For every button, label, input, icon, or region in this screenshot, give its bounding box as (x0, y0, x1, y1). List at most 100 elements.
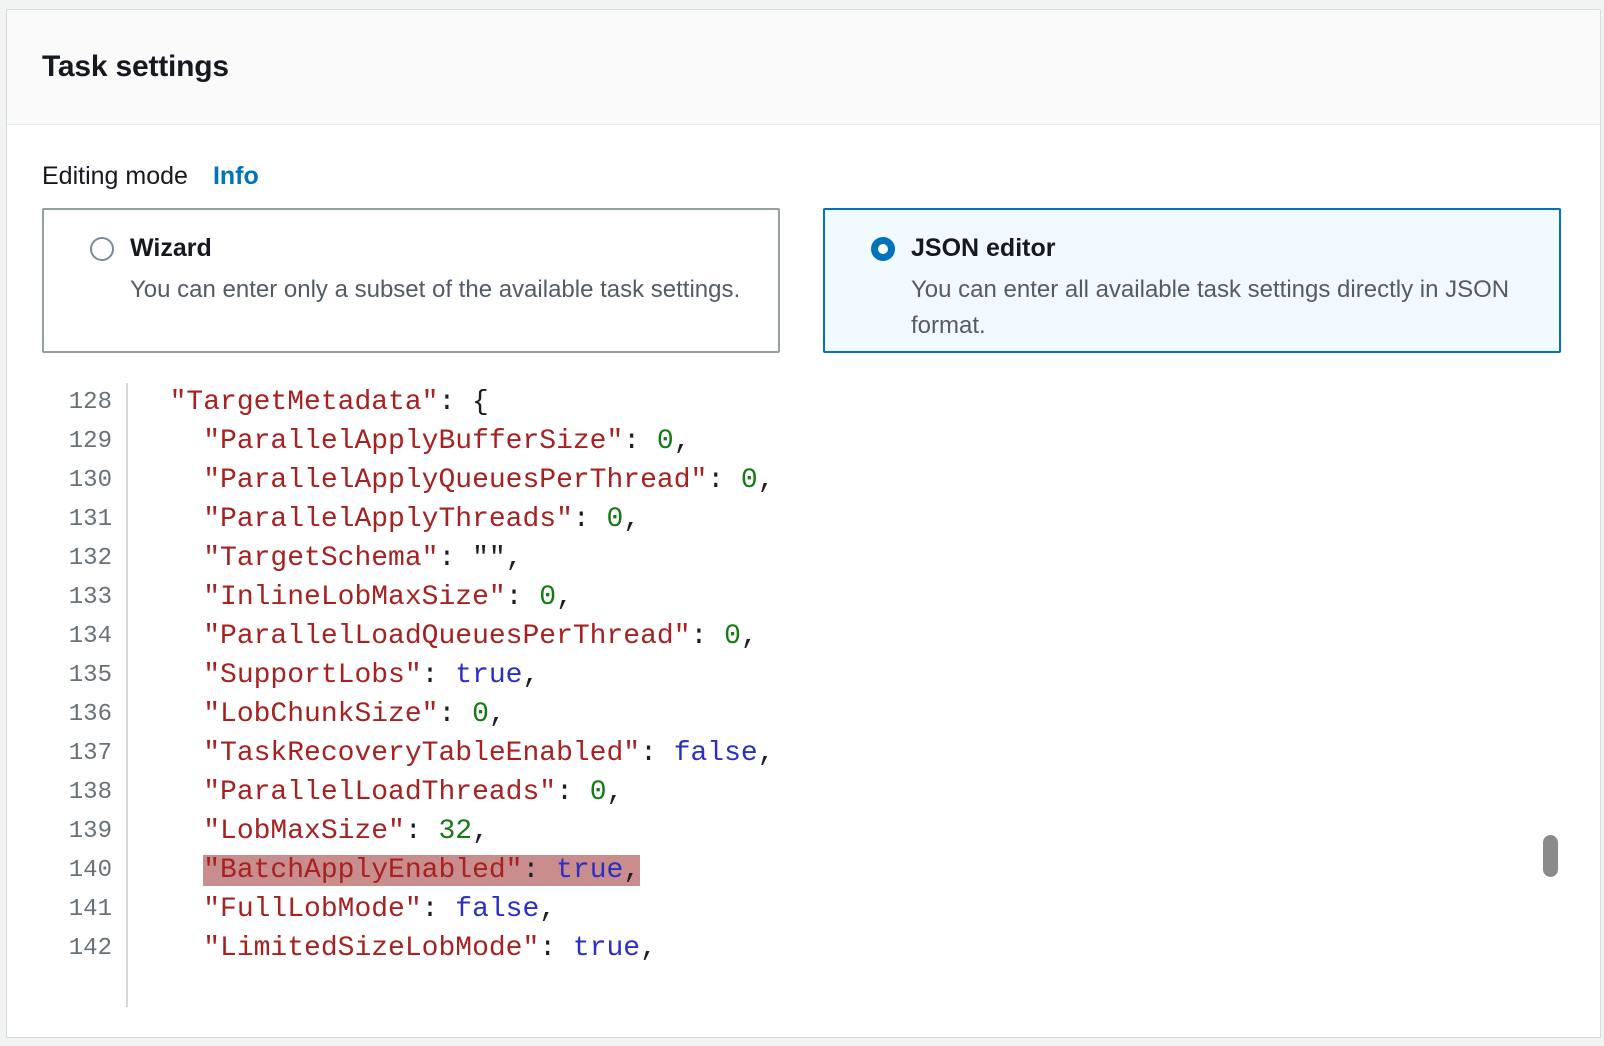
token-key: "FullLobMode" (203, 894, 421, 925)
code-text: "TargetSchema": "", (128, 539, 523, 578)
token-num: 0 (741, 465, 758, 496)
token-key: "ParallelLoadThreads" (203, 777, 556, 808)
token-bool: false (455, 894, 539, 925)
panel-body: Editing mode Info Wizard You can enter o… (7, 162, 1600, 1007)
line-number: 135 (42, 656, 128, 695)
code-text: "ParallelApplyQueuesPerThread": 0, (128, 461, 775, 500)
line-number: 136 (42, 695, 128, 734)
token-pun: : (422, 894, 456, 925)
panel-title: Task settings (42, 50, 229, 84)
task-settings-panel: Task settings Editing mode Info Wizard Y… (6, 9, 1601, 1038)
token-num: 0 (657, 426, 674, 457)
code-line[interactable]: 129 "ParallelApplyBufferSize": 0, (42, 422, 1565, 461)
code-text (128, 968, 136, 1007)
token-pun: , (623, 855, 640, 886)
code-line[interactable] (42, 968, 1565, 1007)
code-text: "TargetMetadata": { (128, 383, 489, 422)
token-pun: : (556, 777, 590, 808)
token-bool: true (573, 933, 640, 964)
token-pun: : (405, 816, 439, 847)
code-line[interactable]: 130 "ParallelApplyQueuesPerThread": 0, (42, 461, 1565, 500)
token-pun: : (573, 504, 607, 535)
token-pun: , (489, 699, 506, 730)
page: Task settings Editing mode Info Wizard Y… (0, 0, 1604, 1046)
token-pun: , (472, 816, 489, 847)
token-pun: : (438, 699, 472, 730)
editing-mode-row: Editing mode Info (42, 162, 1565, 191)
code-text: "BatchApplyEnabled": true, (128, 851, 640, 890)
code-line[interactable]: 131 "ParallelApplyThreads": 0, (42, 500, 1565, 539)
token-num: 0 (590, 777, 607, 808)
code-line[interactable]: 137 "TaskRecoveryTableEnabled": false, (42, 734, 1565, 773)
tile-json-editor-top: JSON editor (871, 234, 1549, 263)
json-code-editor[interactable]: 128 "TargetMetadata": {129 "ParallelAppl… (42, 383, 1565, 1007)
token-pun: , (640, 933, 657, 964)
line-number (42, 968, 128, 1007)
info-link[interactable]: Info (213, 162, 259, 191)
token-key: "ParallelLoadQueuesPerThread" (203, 621, 690, 652)
code-line[interactable]: 135 "SupportLobs": true, (42, 656, 1565, 695)
line-number: 138 (42, 773, 128, 812)
token-pun: : (539, 933, 573, 964)
code-line[interactable]: 136 "LobChunkSize": 0, (42, 695, 1565, 734)
token-key: "InlineLobMaxSize" (203, 582, 505, 613)
token-key: "ParallelApplyThreads" (203, 504, 573, 535)
token-pun: : (438, 543, 472, 574)
line-number: 130 (42, 461, 128, 500)
token-pun: , (607, 777, 624, 808)
token-key: "ParallelApplyBufferSize" (203, 426, 623, 457)
editing-mode-label: Editing mode (42, 162, 188, 191)
tile-wizard-label: Wizard (130, 234, 212, 263)
line-number: 133 (42, 578, 128, 617)
code-line[interactable]: 132 "TargetSchema": "", (42, 539, 1565, 578)
token-key: "BatchApplyEnabled" (203, 855, 522, 886)
radio-selected-icon[interactable] (871, 237, 895, 261)
token-num: 0 (472, 699, 489, 730)
token-num: 32 (438, 816, 472, 847)
token-bool: true (455, 660, 522, 691)
line-number: 141 (42, 890, 128, 929)
line-number: 139 (42, 812, 128, 851)
line-number: 131 (42, 500, 128, 539)
code-line[interactable]: 128 "TargetMetadata": { (42, 383, 1565, 422)
token-num: 0 (724, 621, 741, 652)
token-num: 0 (539, 582, 556, 613)
tile-json-editor[interactable]: JSON editor You can enter all available … (823, 208, 1561, 353)
token-pun: , (556, 582, 573, 613)
token-pun: : (640, 738, 674, 769)
code-line[interactable]: 141 "FullLobMode": false, (42, 890, 1565, 929)
code-line[interactable]: 139 "LobMaxSize": 32, (42, 812, 1565, 851)
line-number: 142 (42, 929, 128, 968)
search-highlight: "BatchApplyEnabled": true, (203, 855, 640, 886)
line-number: 137 (42, 734, 128, 773)
token-key: "LobChunkSize" (203, 699, 438, 730)
token-pun: , (623, 504, 640, 535)
scrollbar-thumb[interactable] (1543, 835, 1558, 877)
code-text: "LimitedSizeLobMode": true, (128, 929, 657, 968)
token-pun: : (422, 660, 456, 691)
code-line[interactable]: 140 "BatchApplyEnabled": true, (42, 851, 1565, 890)
token-key: "LimitedSizeLobMode" (203, 933, 539, 964)
tile-wizard[interactable]: Wizard You can enter only a subset of th… (42, 208, 780, 353)
code-line[interactable]: 142 "LimitedSizeLobMode": true, (42, 929, 1565, 968)
line-number: 134 (42, 617, 128, 656)
code-text: "TaskRecoveryTableEnabled": false, (128, 734, 775, 773)
tile-json-editor-description: You can enter all available task setting… (911, 272, 1549, 344)
token-key: "TaskRecoveryTableEnabled" (203, 738, 640, 769)
token-pun: : (506, 582, 540, 613)
token-pun: : { (438, 387, 488, 418)
token-key: "TargetSchema" (203, 543, 438, 574)
token-pun: , (539, 894, 556, 925)
token-pun: : (623, 426, 657, 457)
token-pun: , (758, 738, 775, 769)
token-bool: true (556, 855, 623, 886)
code-line[interactable]: 133 "InlineLobMaxSize": 0, (42, 578, 1565, 617)
token-pun: , (674, 426, 691, 457)
radio-unselected-icon[interactable] (90, 237, 114, 261)
token-num: 0 (607, 504, 624, 535)
editing-mode-tiles: Wizard You can enter only a subset of th… (42, 208, 1565, 353)
code-text: "ParallelLoadQueuesPerThread": 0, (128, 617, 758, 656)
line-number: 140 (42, 851, 128, 890)
code-line[interactable]: 138 "ParallelLoadThreads": 0, (42, 773, 1565, 812)
code-line[interactable]: 134 "ParallelLoadQueuesPerThread": 0, (42, 617, 1565, 656)
